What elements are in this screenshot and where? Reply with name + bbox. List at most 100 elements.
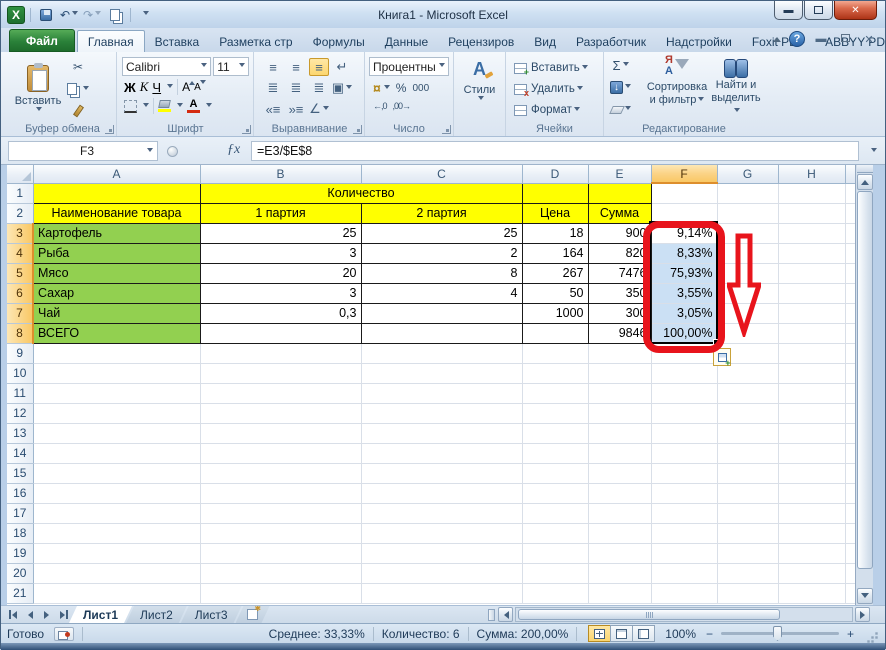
vertical-scrollbar[interactable] <box>855 165 873 605</box>
cell-E20[interactable] <box>588 563 652 584</box>
cell-D14[interactable] <box>522 443 589 464</box>
cell-B10[interactable] <box>200 363 362 384</box>
cell-D11[interactable] <box>522 383 589 404</box>
row-header-17[interactable]: 17 <box>7 503 34 524</box>
cell-B13[interactable] <box>200 423 362 444</box>
ribbon-tab-Формулы[interactable]: Формулы <box>303 31 375 52</box>
cell-partial-14[interactable] <box>845 443 856 464</box>
merge-center-button[interactable]: ▣ <box>332 79 353 97</box>
currency-button[interactable]: ¤ <box>373 80 381 96</box>
cell-B17[interactable] <box>200 503 362 524</box>
cell-partial-10[interactable] <box>845 363 856 384</box>
cell-G7[interactable] <box>717 303 779 324</box>
minimize-ribbon-icon[interactable] <box>773 33 781 42</box>
customize-qat-button[interactable] <box>136 6 156 24</box>
cell-B18[interactable] <box>200 523 362 544</box>
cell-H14[interactable] <box>778 443 846 464</box>
cell-B14[interactable] <box>200 443 362 464</box>
cell-H12[interactable] <box>778 403 846 424</box>
cell-G8[interactable] <box>717 323 779 344</box>
cell-F20[interactable] <box>651 563 718 584</box>
save-button[interactable] <box>36 6 56 24</box>
number-dialog-launcher[interactable] <box>442 125 451 134</box>
cell-H5[interactable] <box>778 263 846 284</box>
cell-F17[interactable] <box>651 503 718 524</box>
find-select-button[interactable]: Найти и выделить <box>710 55 762 118</box>
cell-G21[interactable] <box>717 583 779 604</box>
cell-F2[interactable] <box>651 203 718 224</box>
cell-E19[interactable] <box>588 543 652 564</box>
cell-G14[interactable] <box>717 443 779 464</box>
cell-C2[interactable]: 2 партия <box>361 203 523 224</box>
cell-B5[interactable]: 20 <box>200 263 362 284</box>
align-middle-button[interactable]: ≡ <box>286 58 306 76</box>
decrease-indent-button[interactable]: «≡ <box>263 100 283 118</box>
delete-cells-button[interactable]: Удалить <box>514 81 599 98</box>
fill-color-button[interactable] <box>158 100 171 112</box>
row-header-18[interactable]: 18 <box>7 523 34 544</box>
sheet-tab-Лист1[interactable]: Лист1 <box>69 606 132 623</box>
cell-F16[interactable] <box>651 483 718 504</box>
cell-B16[interactable] <box>200 483 362 504</box>
fill-button[interactable]: ↓ <box>610 79 631 96</box>
cell-A3[interactable]: Картофель <box>32 223 201 244</box>
cell-partial-5[interactable] <box>845 263 856 284</box>
last-sheet-button[interactable] <box>56 608 71 622</box>
excel-logo-icon[interactable]: X <box>7 5 25 24</box>
row-header-8[interactable]: 8 <box>7 323 34 344</box>
workbook-restore-icon[interactable] <box>837 33 853 45</box>
number-format-combo[interactable]: Процентны <box>369 57 449 76</box>
ribbon-tab-Разработчик[interactable]: Разработчик <box>566 31 656 52</box>
cell-G18[interactable] <box>717 523 779 544</box>
cell-A12[interactable] <box>33 403 201 424</box>
zoom-out-button[interactable]: − <box>702 626 717 641</box>
cell-C6[interactable]: 4 <box>361 283 523 304</box>
borders-dropdown-icon[interactable] <box>143 102 149 110</box>
cell-D3[interactable]: 18 <box>522 223 589 244</box>
cell-E8[interactable]: 9846 <box>588 323 652 344</box>
cell-F11[interactable] <box>651 383 718 404</box>
fill-color-dropdown-icon[interactable] <box>177 102 183 110</box>
font-dialog-launcher[interactable] <box>242 125 251 134</box>
cell-C7[interactable] <box>361 303 523 324</box>
cell-B2[interactable]: 1 партия <box>200 203 362 224</box>
hscroll-right-button[interactable] <box>855 607 870 622</box>
cell-F7[interactable]: 3,05% <box>651 303 718 324</box>
cell-partial-3[interactable] <box>845 223 856 244</box>
cell-A7[interactable]: Чай <box>32 303 201 324</box>
cell-H21[interactable] <box>778 583 846 604</box>
restore-button[interactable] <box>804 1 833 20</box>
cell-partial-9[interactable] <box>845 343 856 364</box>
align-left-button[interactable]: ≣ <box>263 79 283 97</box>
cell-E10[interactable] <box>588 363 652 384</box>
cell-F10[interactable] <box>651 363 718 384</box>
cell-D18[interactable] <box>522 523 589 544</box>
cell-E5[interactable]: 7476 <box>588 263 652 284</box>
scroll-up-button[interactable] <box>857 174 873 190</box>
column-header-H[interactable]: H <box>778 165 846 184</box>
cut-button[interactable]: ✂ <box>67 58 89 76</box>
cell-F19[interactable] <box>651 543 718 564</box>
cell-D15[interactable] <box>522 463 589 484</box>
copy-button[interactable] <box>67 80 89 98</box>
cell-F12[interactable] <box>651 403 718 424</box>
cell-G5[interactable] <box>717 263 779 284</box>
row-header-6[interactable]: 6 <box>7 283 34 304</box>
cell-E17[interactable] <box>588 503 652 524</box>
cell-G16[interactable] <box>717 483 779 504</box>
cell-C17[interactable] <box>361 503 523 524</box>
resize-grip[interactable] <box>866 627 879 640</box>
cell-A20[interactable] <box>33 563 201 584</box>
cell-partial-11[interactable] <box>845 383 856 404</box>
font-name-combo[interactable]: Calibri <box>122 57 212 76</box>
cell-partial-13[interactable] <box>845 423 856 444</box>
cell-F4[interactable]: 8,33% <box>651 243 718 264</box>
cell-F9[interactable] <box>651 343 718 364</box>
row-header-15[interactable]: 15 <box>7 463 34 484</box>
cell-H9[interactable] <box>778 343 846 364</box>
cell-E9[interactable] <box>588 343 652 364</box>
hscroll-left-button[interactable] <box>498 607 513 622</box>
ribbon-tab-Рецензиров[interactable]: Рецензиров <box>438 31 524 52</box>
styles-button[interactable]: А Стили <box>454 54 505 124</box>
cell-F1[interactable] <box>651 183 718 204</box>
